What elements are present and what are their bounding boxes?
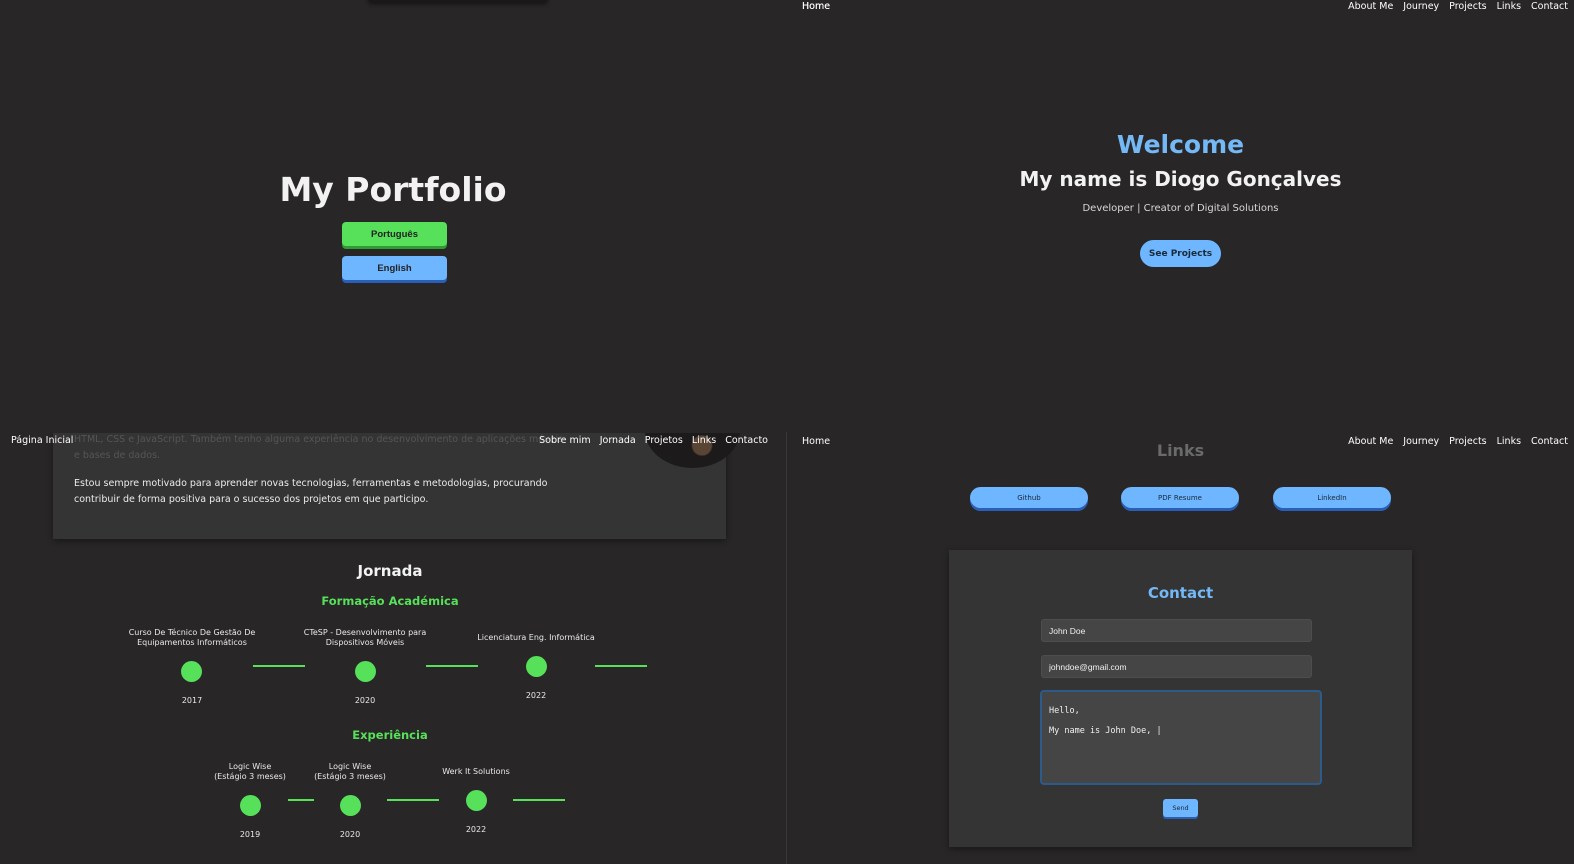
nav-links[interactable]: Links xyxy=(1497,1,1521,12)
nav-links: About Me Journey Projects Links Contact xyxy=(1348,436,1568,447)
see-projects-button[interactable]: See Projects xyxy=(1140,240,1221,267)
contact-view: Links Home About Me Journey Projects Lin… xyxy=(787,433,1574,864)
timeline-label: Logic Wise (Estágio 3 meses) xyxy=(214,762,286,781)
timeline-dot xyxy=(355,661,376,682)
timeline-connector xyxy=(253,665,305,667)
timeline-dot xyxy=(526,656,547,677)
welcome-heading: Welcome xyxy=(1116,130,1245,159)
nav-home-top[interactable]: Home xyxy=(802,1,830,12)
linkedin-button[interactable]: LinkedIn xyxy=(1273,487,1391,508)
nav-home[interactable]: Página Inicial xyxy=(11,435,73,446)
timeline-dot xyxy=(466,790,487,811)
timeline-dot xyxy=(240,795,261,816)
portfolio-title: My Portfolio xyxy=(279,170,507,209)
academic-title: Formação Académica xyxy=(321,594,459,608)
nav-about-me[interactable]: About Me xyxy=(1348,1,1393,12)
timeline-dot xyxy=(181,661,202,682)
nav-home[interactable]: Home xyxy=(802,436,830,447)
timeline-year: 2017 xyxy=(181,696,203,705)
timeline-label: CTeSP - Desenvolvimento para Dispositivo… xyxy=(303,628,427,647)
nav-contact[interactable]: Contact xyxy=(1531,1,1568,12)
timeline-connector xyxy=(387,799,439,801)
journey-title: Jornada xyxy=(357,562,423,580)
nav-projetos[interactable]: Projetos xyxy=(645,435,683,446)
email-field[interactable] xyxy=(1041,655,1312,678)
top-overlay-bar xyxy=(368,0,548,2)
timeline-label: Werk It Solutions xyxy=(442,767,510,776)
timeline-connector xyxy=(288,799,314,801)
nav-contacto[interactable]: Contacto xyxy=(725,435,768,446)
timeline-year: 2020 xyxy=(354,696,376,705)
timeline-connector xyxy=(426,665,478,667)
nav-sobre-mim[interactable]: Sobre mim xyxy=(539,435,591,446)
name-heading: My name is Diogo Gonçalves xyxy=(1019,167,1342,191)
send-button[interactable]: Send xyxy=(1163,799,1198,817)
name-field[interactable] xyxy=(1041,619,1312,642)
timeline-year: 2022 xyxy=(525,691,547,700)
timeline-dot xyxy=(340,795,361,816)
language-select-view: My Portfolio Português English xyxy=(0,0,786,432)
nav-journey[interactable]: Journey xyxy=(1403,436,1439,447)
contact-card: Contact Hello, My name is John Doe, | Se… xyxy=(949,550,1412,847)
journey-view: HTML, CSS e JavaScript. Também tenho alg… xyxy=(0,433,786,864)
nav-jornada[interactable]: Jornada xyxy=(600,435,636,446)
timeline-connector xyxy=(513,799,565,801)
timeline-year: 2019 xyxy=(239,830,261,839)
nav-links[interactable]: Links xyxy=(692,435,716,446)
timeline-year: 2020 xyxy=(339,830,361,839)
english-button[interactable]: English xyxy=(342,256,447,280)
about-text: Estou sempre motivado para aprender nova… xyxy=(74,478,548,505)
nav-journey[interactable]: Journey xyxy=(1403,1,1439,12)
navbar: Home About Me Journey Projects Links Con… xyxy=(787,435,1574,449)
nav-projects[interactable]: Projects xyxy=(1449,1,1486,12)
timeline-connector xyxy=(595,665,647,667)
role-subtitle: Developer | Creator of Digital Solutions xyxy=(1082,203,1279,214)
timeline-year: 2022 xyxy=(465,825,487,834)
pdf-resume-button[interactable]: PDF Resume xyxy=(1121,487,1239,508)
welcome-view: Home About Me Journey Projects Links Con… xyxy=(787,0,1574,432)
timeline-label: Licenciatura Eng. Informática xyxy=(477,633,595,642)
portuguese-button[interactable]: Português xyxy=(342,222,447,246)
message-field[interactable]: Hello, My name is John Doe, | xyxy=(1040,690,1322,785)
nav-projects[interactable]: Projects xyxy=(1449,436,1486,447)
nav-about-me[interactable]: About Me xyxy=(1348,436,1393,447)
timeline-label: Logic Wise (Estágio 3 meses) xyxy=(314,762,386,781)
timeline-label: Curso De Técnico De Gestão De Equipament… xyxy=(128,628,256,647)
contact-title: Contact xyxy=(1147,584,1214,602)
github-button[interactable]: Github xyxy=(970,487,1088,508)
nav-links[interactable]: Links xyxy=(1497,436,1521,447)
navbar: Página Inicial Sobre mim Jornada Projeto… xyxy=(0,433,786,449)
experience-title: Experiência xyxy=(352,728,428,742)
nav-contact[interactable]: Contact xyxy=(1531,436,1568,447)
nav-links: About Me Journey Projects Links Contact xyxy=(1348,1,1568,12)
nav-links: Sobre mim Jornada Projetos Links Contact… xyxy=(539,435,768,446)
navbar: Home About Me Journey Projects Links Con… xyxy=(787,0,1574,14)
